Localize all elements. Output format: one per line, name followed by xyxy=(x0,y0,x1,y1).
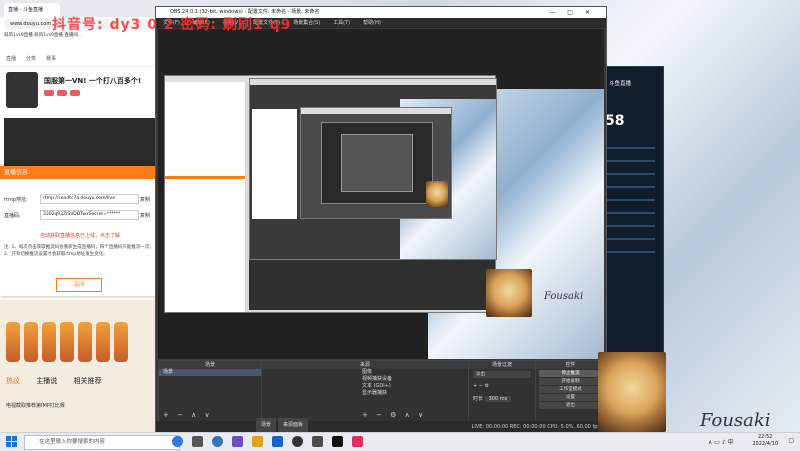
watermark: 抖音号: dy3 0 2 密码: 刷刷1 q9 xyxy=(52,17,292,33)
avatar[interactable] xyxy=(6,72,38,108)
nested-capture-1 xyxy=(164,75,497,313)
nav-item[interactable]: 直播 xyxy=(6,55,16,62)
obs-window: OBS 24.0.1 (32-bit, windows) - 配置文件: 未命名… xyxy=(155,6,607,434)
recommend-strip[interactable]: 电视截取推荐第IMP打比赛 xyxy=(6,402,65,409)
clock-date: 2022/4/10 xyxy=(752,441,778,447)
close-dialog-button[interactable]: 关闭 xyxy=(56,278,102,292)
app-icon-6[interactable] xyxy=(272,436,283,447)
preview-signature: Fousaki xyxy=(544,291,584,302)
menu-scene-collection[interactable]: 场景集合(S) xyxy=(293,20,320,26)
rtmp-field[interactable]: rtmp://sendtc7a.douyu.com/live xyxy=(40,194,139,204)
page-lower-section: 热议 主播说 相关推荐 电视截取推荐第IMP打比赛 xyxy=(0,300,160,432)
scenes-dock-title: 场景 xyxy=(159,361,261,369)
tray-icons[interactable]: ∧ ▭ ♪ 中 xyxy=(708,437,734,446)
app-icon-9[interactable] xyxy=(332,436,343,447)
duration-row: 时长 300 ms xyxy=(469,392,535,405)
side-app-number: 58 xyxy=(605,113,625,129)
app-icon-2[interactable] xyxy=(192,436,203,447)
stream-info-dialog: 直播信息 rtmp地址: rtmp://sendtc7a.douyu.com/l… xyxy=(0,166,158,296)
obs-preview[interactable]: Fousaki xyxy=(158,29,604,359)
signature: Fousaki xyxy=(700,410,771,431)
source-item[interactable]: 显示器捕获 xyxy=(262,390,468,397)
sources-dock-title: 来源 xyxy=(262,361,468,369)
sources-dock: 来源 图像 视频捕获设备 文本 (GDI+) 显示器捕获 + − ⚙ ∧ ∨ xyxy=(261,360,469,422)
app-icon-8[interactable] xyxy=(312,436,323,447)
start-recording-button[interactable]: 开始录制 xyxy=(539,378,602,385)
tab-scenes[interactable]: 场景 xyxy=(256,418,277,432)
side-app-list xyxy=(605,147,655,264)
stream-tags xyxy=(44,90,124,98)
doge-overlay xyxy=(598,352,666,432)
code-label: 直播码: xyxy=(4,213,21,219)
app-icon-3[interactable] xyxy=(212,436,223,447)
clock-time: 22:52 xyxy=(757,434,773,440)
nav-item[interactable]: 分类 xyxy=(26,55,36,62)
transitions-dock: 场景过渡 淡出 + − ⚙ 时长 300 ms xyxy=(468,360,536,422)
duration-input[interactable]: 300 ms xyxy=(484,396,512,402)
controls-dock: 控件 停止推流 开始录制 工作室模式 设置 退出 xyxy=(535,360,606,422)
dialog-title: 直播信息 xyxy=(0,166,158,179)
app-icon-4[interactable] xyxy=(232,436,243,447)
sources-dock-toolbar[interactable]: + − ⚙ ∧ ∨ xyxy=(362,411,426,419)
tab-related[interactable]: 相关推荐 xyxy=(73,377,101,385)
scenes-dock: 场景 场景 + − ∧ ∨ xyxy=(158,360,262,422)
settings-button[interactable]: 设置 xyxy=(539,394,602,401)
taskbar-search-input[interactable]: 在这里输入你要搜索的内容 xyxy=(24,435,180,450)
app-icon-10[interactable] xyxy=(352,436,363,447)
transitions-dock-title: 场景过渡 xyxy=(469,361,535,369)
source-item[interactable]: 图像 xyxy=(262,369,468,376)
rtmp-label: rtmp地址: xyxy=(4,197,28,203)
source-item[interactable]: 视频捕获设备 xyxy=(262,376,468,383)
studio-mode-button[interactable]: 工作室模式 xyxy=(539,386,602,393)
app-icon-1[interactable] xyxy=(172,436,183,447)
side-app-label: 斗鱼直播 xyxy=(609,81,632,87)
dock-tabs: 场景 来源面板 xyxy=(256,418,310,432)
obs-docks: 场景 场景 + − ∧ ∨ 来源 图像 视频捕获设备 文本 (GDI+) 显示器… xyxy=(158,360,606,422)
site-nav: 直播 分类 赛事 xyxy=(0,50,160,67)
app-icon-5[interactable] xyxy=(252,436,263,447)
dialog-notes: 注: 1、每次点击获取推流码会重新生成直播码，每个直播码只能推流一次。2、只有切… xyxy=(4,245,154,257)
transition-select[interactable]: 淡出 xyxy=(473,371,531,378)
scene-item[interactable]: 场景 xyxy=(159,369,261,376)
transition-toolbar[interactable]: + − ⚙ xyxy=(469,380,535,392)
copy-code-button[interactable]: 复制 xyxy=(140,212,150,219)
nested-capture-2 xyxy=(249,78,497,260)
windows-start-icon[interactable] xyxy=(6,436,17,447)
taskbar-clock[interactable]: 22:52 2022/4/10 xyxy=(752,434,778,448)
code-field[interactable]: 3302q93ZiSVDOTwxSecret=****** xyxy=(40,210,139,220)
status-text: LIVE: 00:00:00 REC: 00:00:00 CPU: 5.0%, … xyxy=(471,424,600,430)
source-item[interactable]: 文本 (GDI+) xyxy=(262,383,468,390)
taskbar: 在这里输入你要搜索的内容 ∧ ▭ ♪ 中 22:52 2022/4/10 ▢ xyxy=(0,432,800,451)
menu-tools[interactable]: 工具(T) xyxy=(333,20,350,26)
menu-help[interactable]: 帮助(H) xyxy=(363,20,381,26)
nested-doge xyxy=(426,181,448,207)
tab-hot[interactable]: 热议 xyxy=(6,377,20,385)
preview-doge xyxy=(486,269,532,317)
tab-streamer-says[interactable]: 主播说 xyxy=(36,377,57,385)
tab-sources[interactable]: 来源面板 xyxy=(278,418,309,432)
side-app-window: 斗鱼直播 58 xyxy=(598,66,664,358)
copy-rtmp-button[interactable]: 复制 xyxy=(140,196,150,203)
info-link[interactable]: 自动获取直播信息已上线，点击了解 xyxy=(40,232,120,239)
video-player[interactable] xyxy=(4,118,156,166)
obs-taskbar-icon[interactable] xyxy=(292,436,303,447)
nav-item[interactable]: 赛事 xyxy=(46,55,56,62)
duration-label: 时长 xyxy=(473,396,484,402)
stop-streaming-button[interactable]: 停止推流 xyxy=(539,370,602,377)
exit-button[interactable]: 退出 xyxy=(539,402,602,409)
notification-icon[interactable]: ▢ xyxy=(788,437,794,444)
scenes-dock-toolbar[interactable]: + − ∧ ∨ xyxy=(163,411,213,419)
window-controls[interactable]: —□✕ xyxy=(549,7,602,18)
controls-dock-title: 控件 xyxy=(536,361,605,369)
streamer-header: 国服第一VN! 一个打八百多个! xyxy=(6,72,156,112)
gift-bar[interactable] xyxy=(6,322,152,366)
stream-title: 国服第一VN! 一个打八百多个! xyxy=(44,77,142,85)
content-tabs: 热议 主播说 相关推荐 xyxy=(6,376,115,386)
